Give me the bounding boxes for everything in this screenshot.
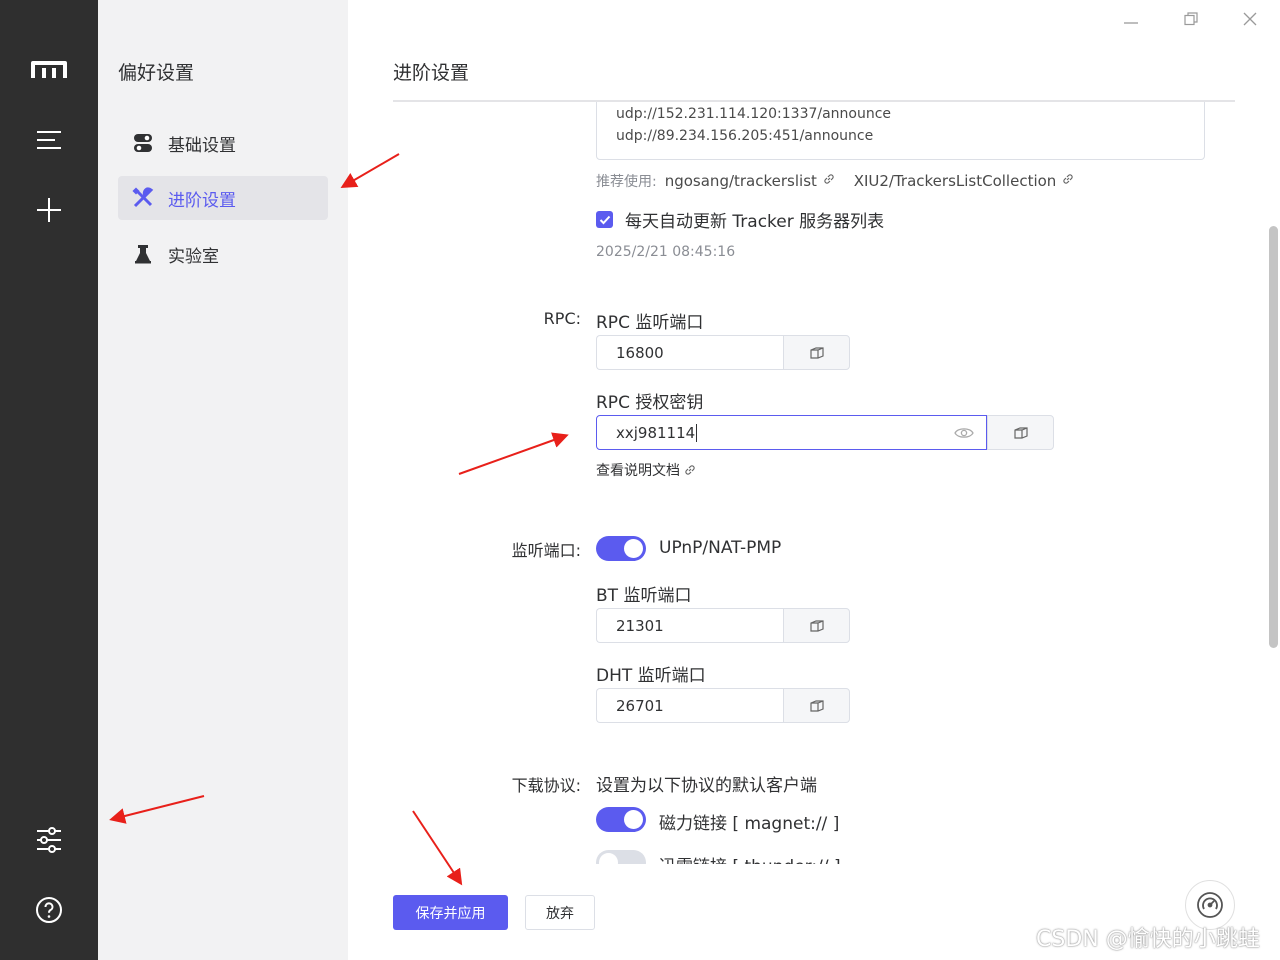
- randomize-port-button[interactable]: [783, 335, 850, 370]
- auto-update-label: 每天自动更新 Tracker 服务器列表: [625, 212, 885, 232]
- eye-icon[interactable]: [954, 426, 974, 440]
- randomize-dht-port-button[interactable]: [783, 688, 850, 723]
- rpc-port-label: RPC 监听端口: [596, 313, 704, 333]
- icon-rail: [0, 0, 98, 960]
- trackerslist-link[interactable]: ngosang/trackerslist: [665, 172, 836, 190]
- tracker-list-textarea[interactable]: · · · · · · · · · · udp://152.231.114.12…: [596, 102, 1205, 160]
- close-icon[interactable]: [1239, 8, 1261, 30]
- sidebar-item-lab[interactable]: 实验室: [118, 232, 328, 276]
- magnet-label: 磁力链接 [ magnet:// ]: [659, 814, 840, 834]
- external-link-icon: [824, 174, 834, 184]
- dice-icon: [809, 699, 824, 712]
- bt-port-label: BT 监听端口: [596, 586, 692, 606]
- rpc-secret-label: RPC 授权密钥: [596, 393, 704, 413]
- magnet-switch[interactable]: [596, 807, 646, 832]
- tracker-line: udp://89.234.156.205:451/announce: [616, 128, 874, 144]
- speedometer-icon: [1197, 892, 1223, 918]
- listen-port-row-label: 监听端口:: [511, 541, 581, 560]
- thunder-label: 迅雷链接 [ thunder:// ]: [659, 852, 841, 864]
- dht-port-label: DHT 监听端口: [596, 666, 706, 686]
- sidebar-item-label: 实验室: [168, 246, 219, 267]
- add-task-icon[interactable]: [29, 190, 69, 230]
- rpc-row-label: RPC:: [543, 309, 581, 328]
- minimize-icon[interactable]: [1120, 8, 1142, 30]
- randomize-bt-port-button[interactable]: [783, 608, 850, 643]
- auto-update-tracker-checkbox[interactable]: 每天自动更新 Tracker 服务器列表: [596, 207, 884, 232]
- tools-icon: [130, 187, 156, 209]
- recommend-label: 推荐使用:: [596, 174, 657, 190]
- main-panel: 进阶设置 · · · · · · · · · · udp://152.231.1…: [348, 0, 1280, 960]
- protocol-description: 设置为以下协议的默认客户端: [596, 776, 817, 796]
- rpc-secret-input[interactable]: xxj981114: [596, 415, 987, 450]
- last-update-time: 2025/2/21 08:45:16: [596, 244, 736, 260]
- text-cursor: [696, 423, 698, 442]
- preferences-icon[interactable]: [29, 820, 69, 860]
- protocol-row-label: 下载协议:: [511, 776, 581, 795]
- dice-icon: [1013, 426, 1028, 439]
- bt-port-input[interactable]: 21301: [596, 608, 783, 643]
- rpc-secret-input-group: xxj981114: [596, 415, 1054, 450]
- flask-icon: [130, 244, 156, 264]
- rpc-port-input-group: 16800: [596, 335, 850, 370]
- motrix-logo-icon[interactable]: [29, 50, 69, 90]
- checkbox-checked-icon[interactable]: [596, 211, 613, 228]
- dht-port-input[interactable]: 26701: [596, 688, 783, 723]
- discard-button[interactable]: 放弃: [525, 895, 595, 930]
- upnp-label: UPnP/NAT-PMP: [659, 538, 782, 558]
- task-list-icon[interactable]: [29, 120, 69, 160]
- restore-icon[interactable]: [1180, 8, 1202, 30]
- sidebar-title: 偏好设置: [118, 62, 195, 84]
- upnp-switch[interactable]: [596, 536, 646, 561]
- dice-icon: [809, 346, 824, 359]
- scrollbar-thumb[interactable]: [1269, 226, 1278, 648]
- trackerslistcollection-link[interactable]: XIU2/TrackersListCollection: [854, 172, 1075, 190]
- tracker-line: udp://152.231.114.120:1337/announce: [616, 106, 892, 122]
- randomize-secret-button[interactable]: [987, 415, 1054, 450]
- rpc-docs-link[interactable]: 查看说明文档: [596, 460, 697, 480]
- external-link-icon: [1063, 174, 1073, 184]
- sidebar-item-label: 基础设置: [168, 135, 236, 156]
- dice-icon: [809, 619, 824, 632]
- dht-port-input-group: 26701: [596, 688, 850, 723]
- settings-scroll-area[interactable]: · · · · · · · · · · udp://152.231.114.12…: [348, 102, 1280, 864]
- preferences-sidebar: 偏好设置 基础设置 进阶设置 实验室: [98, 0, 348, 960]
- help-icon[interactable]: [29, 890, 69, 930]
- tracker-recommend-row: 推荐使用: ngosang/trackerslist XIU2/Trackers…: [596, 171, 1075, 191]
- rpc-port-input[interactable]: 16800: [596, 335, 783, 370]
- app-window: 偏好设置 基础设置 进阶设置 实验室 进阶设置 udp://152.231.11…: [0, 0, 1280, 960]
- csdn-watermark: CSDN @愉快的小跳蛙: [1036, 927, 1260, 952]
- external-link-icon: [685, 465, 695, 475]
- sidebar-item-basic[interactable]: 基础设置: [118, 121, 328, 165]
- toggle-icon: [130, 133, 156, 153]
- sidebar-item-advanced[interactable]: 进阶设置: [118, 176, 328, 220]
- save-apply-button[interactable]: 保存并应用: [393, 895, 508, 930]
- sidebar-item-label: 进阶设置: [168, 190, 236, 211]
- bt-port-input-group: 21301: [596, 608, 850, 643]
- thunder-switch[interactable]: [596, 850, 646, 864]
- page-title: 进阶设置: [393, 62, 470, 84]
